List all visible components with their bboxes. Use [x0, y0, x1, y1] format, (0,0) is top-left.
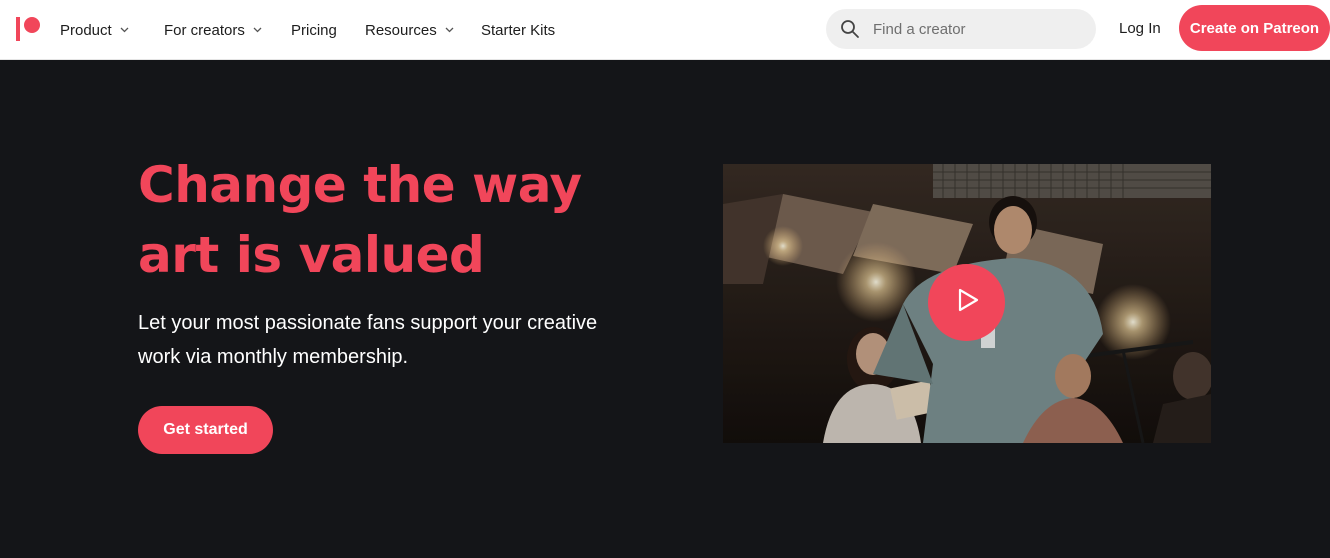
nav-item-label: Pricing — [291, 21, 337, 39]
video-player[interactable] — [723, 164, 1211, 443]
get-started-button[interactable]: Get started — [138, 406, 273, 454]
hero-subtitle-line-1: Let your most passionate fans support yo… — [138, 312, 598, 334]
hero-subtitle-line-2: work via monthly membership. — [138, 346, 409, 368]
nav-item-for-creators[interactable]: For creators — [164, 20, 263, 40]
hero-subtitle: Let your most passionate fans support yo… — [138, 306, 638, 374]
patreon-logo-icon[interactable] — [16, 17, 42, 41]
nav-item-label: Resources — [365, 21, 437, 39]
nav-item-label: For creators — [164, 21, 245, 39]
nav-item-pricing[interactable]: Pricing — [291, 20, 337, 40]
chevron-down-icon — [120, 25, 130, 35]
search-icon — [840, 19, 860, 39]
create-on-patreon-button[interactable]: Create on Patreon — [1179, 5, 1330, 51]
top-nav: Product For creators Pricing Resources S… — [0, 0, 1330, 60]
logo-bar — [16, 17, 20, 41]
chevron-down-icon — [445, 25, 455, 35]
nav-item-resources[interactable]: Resources — [365, 20, 455, 40]
chevron-down-icon — [253, 25, 263, 35]
login-link[interactable]: Log In — [1119, 20, 1161, 37]
nav-item-label: Product — [60, 21, 112, 39]
play-icon — [952, 285, 982, 320]
nav-item-label: Starter Kits — [481, 21, 556, 39]
hero-title: Change the way art is valued — [138, 150, 658, 290]
nav-item-product[interactable]: Product — [60, 20, 130, 40]
search-input[interactable] — [873, 19, 1083, 39]
play-button[interactable] — [928, 264, 1005, 341]
hero-title-line-1: Change the way — [138, 156, 582, 214]
hero-title-line-2: art is valued — [138, 226, 485, 284]
search-bar[interactable] — [826, 9, 1096, 49]
logo-dot — [24, 17, 40, 33]
nav-item-starter-kits[interactable]: Starter Kits — [481, 20, 555, 40]
